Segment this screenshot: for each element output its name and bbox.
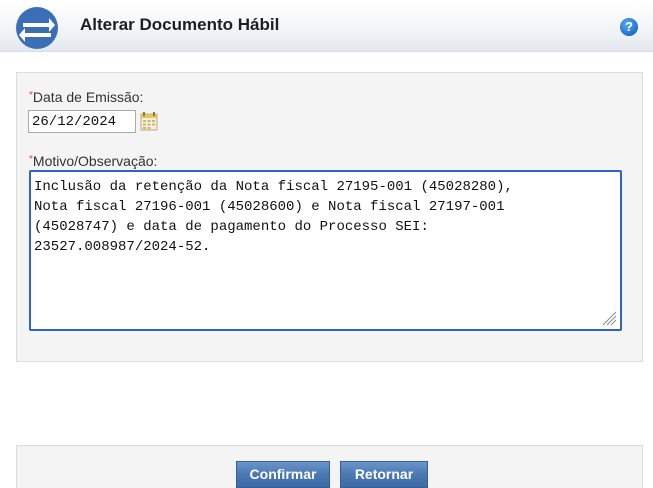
logo-icon — [16, 7, 58, 49]
motivo-label: *Motivo/Observação: — [29, 153, 157, 169]
date-label-text: Data de Emissão: — [32, 89, 144, 105]
page-title: Alterar Documento Hábil — [80, 15, 280, 34]
motivo-label-text: Motivo/Observação: — [32, 153, 158, 169]
calendar-icon[interactable] — [140, 111, 158, 131]
required-marker: * — [29, 154, 33, 165]
help-icon[interactable]: ? — [620, 18, 638, 36]
motivo-textarea[interactable]: Inclusão da retenção da Nota fiscal 2719… — [29, 170, 622, 331]
date-label: *Data de Emissão: — [29, 89, 143, 105]
back-button[interactable]: Retornar — [340, 461, 428, 488]
confirm-button[interactable]: Confirmar — [236, 461, 330, 488]
page-header: Alterar Documento Hábil ? — [0, 0, 653, 52]
required-marker: * — [29, 90, 33, 101]
date-field[interactable] — [28, 110, 136, 133]
resize-grip-icon[interactable] — [600, 309, 617, 326]
